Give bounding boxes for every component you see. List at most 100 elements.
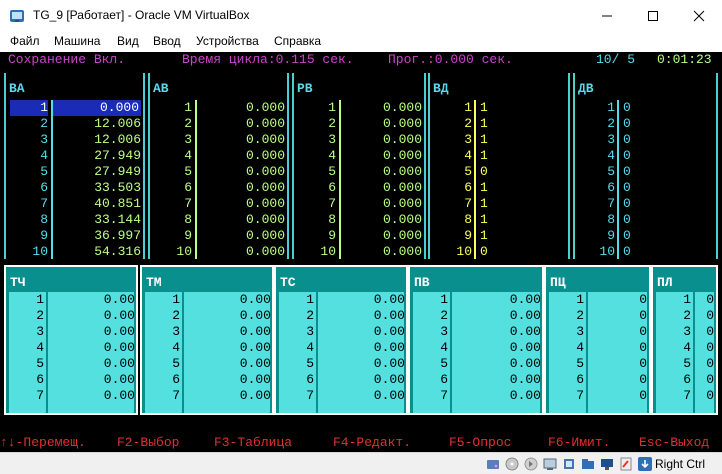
table-row[interactable]: 1 0.000 bbox=[298, 100, 424, 116]
table-row[interactable]: 2 0.000 bbox=[154, 116, 287, 132]
table-row[interactable]: 3 0.00 bbox=[145, 324, 271, 340]
table-row[interactable]: 4 0.000 bbox=[154, 148, 287, 164]
table-row[interactable]: 6 0.000 bbox=[298, 180, 424, 196]
table-row[interactable]: 50 bbox=[434, 164, 568, 180]
table-row[interactable]: 8 0.000 bbox=[154, 212, 287, 228]
network-icon[interactable] bbox=[542, 456, 558, 472]
table-row[interactable]: 5 27.949 bbox=[10, 164, 143, 180]
table-row[interactable]: 20 bbox=[579, 116, 716, 132]
table-row[interactable]: 4 27.949 bbox=[10, 148, 143, 164]
table-row[interactable]: 3 12.006 bbox=[10, 132, 143, 148]
table-row[interactable]: 6 0.00 bbox=[279, 372, 405, 388]
table-row[interactable]: 80 bbox=[579, 212, 716, 228]
table-row[interactable]: 70 bbox=[549, 388, 647, 404]
table-pv[interactable]: ПВ 1 0.00 2 0.00 3 0.00 4 0.00 5 0.00 6 0.00 7 0.00 bbox=[408, 265, 544, 415]
table-rv[interactable]: РВ 1 0.000 2 0.000 3 0.000 4 0.000 5 0.000 6 0.000 7… bbox=[292, 73, 426, 259]
table-row[interactable]: 50 bbox=[656, 356, 714, 372]
table-row[interactable]: 11 bbox=[434, 100, 568, 116]
table-row[interactable]: 91 bbox=[434, 228, 568, 244]
menu-view[interactable]: Вид bbox=[117, 34, 139, 48]
table-row[interactable]: 4 0.00 bbox=[413, 340, 541, 356]
table-row[interactable]: 6 0.000 bbox=[154, 180, 287, 196]
table-row[interactable]: 60 bbox=[579, 180, 716, 196]
table-row[interactable]: 9 36.997 bbox=[10, 228, 143, 244]
table-row[interactable]: 30 bbox=[656, 324, 714, 340]
table-row[interactable]: 7 0.00 bbox=[413, 388, 541, 404]
table-row[interactable]: 30 bbox=[579, 132, 716, 148]
display-icon[interactable] bbox=[599, 456, 615, 472]
table-row[interactable]: 3 0.00 bbox=[279, 324, 405, 340]
table-row[interactable]: 20 bbox=[549, 308, 647, 324]
table-row[interactable]: 71 bbox=[434, 196, 568, 212]
table-row[interactable]: 5 0.00 bbox=[413, 356, 541, 372]
table-row[interactable]: 4 0.00 bbox=[145, 340, 271, 356]
table-row[interactable]: 7 40.851 bbox=[10, 196, 143, 212]
table-dv[interactable]: ДВ 1 0 2 0 3 0 4 0 5 0 6 0 7 0 8 0 9 0 10 0 bbox=[573, 73, 718, 259]
table-pl[interactable]: ПЛ 10203040506070 bbox=[651, 265, 718, 415]
table-row[interactable]: 9 0.000 bbox=[154, 228, 287, 244]
shared-folders-icon[interactable] bbox=[580, 456, 596, 472]
table-row[interactable]: 20 bbox=[656, 308, 714, 324]
menu-help[interactable]: Справка bbox=[274, 34, 321, 48]
table-row[interactable]: 10 0.000 bbox=[298, 244, 424, 260]
table-row[interactable]: 40 bbox=[549, 340, 647, 356]
table-row[interactable]: 30 bbox=[549, 324, 647, 340]
table-row[interactable]: 3 0.000 bbox=[298, 132, 424, 148]
recording-icon[interactable] bbox=[618, 456, 634, 472]
table-row[interactable]: 2 0.000 bbox=[298, 116, 424, 132]
table-row[interactable]: 4 0.000 bbox=[298, 148, 424, 164]
table-row[interactable]: 2 0.00 bbox=[279, 308, 405, 324]
table-row[interactable]: 4 0.00 bbox=[9, 340, 135, 356]
table-row[interactable]: 5 0.00 bbox=[9, 356, 135, 372]
table-row[interactable]: 8 0.000 bbox=[298, 212, 424, 228]
table-row[interactable]: 7 0.00 bbox=[279, 388, 405, 404]
table-row[interactable]: 90 bbox=[579, 228, 716, 244]
usb-icon[interactable] bbox=[561, 456, 577, 472]
table-row[interactable]: 3 0.000 bbox=[154, 132, 287, 148]
table-row[interactable]: 6 0.00 bbox=[145, 372, 271, 388]
table-row[interactable]: 1 0.00 bbox=[413, 292, 541, 308]
table-row[interactable]: 10 bbox=[549, 292, 647, 308]
table-pc[interactable]: ПЦ 10203040506070 bbox=[544, 265, 651, 415]
table-row[interactable]: 81 bbox=[434, 212, 568, 228]
table-row[interactable]: 7 0.000 bbox=[298, 196, 424, 212]
menu-devices[interactable]: Устройства bbox=[196, 34, 259, 48]
table-row[interactable]: 70 bbox=[656, 388, 714, 404]
table-row[interactable]: 40 bbox=[579, 148, 716, 164]
table-vd[interactable]: ВД 1 1 2 1 3 1 4 1 5 0 6 1 7 1 8 1 9 1 10 0 bbox=[428, 73, 570, 259]
menu-machine[interactable]: Машина bbox=[54, 34, 100, 48]
table-row[interactable]: 6 0.00 bbox=[9, 372, 135, 388]
table-row[interactable]: 7 0.00 bbox=[9, 388, 135, 404]
table-row[interactable]: 9 0.000 bbox=[298, 228, 424, 244]
table-tm[interactable]: ТМ 1 0.00 2 0.00 3 0.00 4 0.00 5 0.00 6 0.00 7 0.00 bbox=[140, 265, 274, 415]
table-row[interactable]: 2 0.00 bbox=[9, 308, 135, 324]
table-row[interactable]: 2 0.00 bbox=[145, 308, 271, 324]
table-row[interactable]: 70 bbox=[579, 196, 716, 212]
table-av[interactable]: АВ 1 0.000 2 0.000 3 0.000 4 0.000 5 0.000 6 0.000 7… bbox=[148, 73, 289, 259]
table-row[interactable]: 1 0.000 bbox=[154, 100, 287, 116]
table-row[interactable]: 10 bbox=[579, 100, 716, 116]
table-row[interactable]: 61 bbox=[434, 180, 568, 196]
table-row[interactable]: 10 bbox=[656, 292, 714, 308]
table-row[interactable]: 50 bbox=[579, 164, 716, 180]
audio-icon[interactable] bbox=[523, 456, 539, 472]
table-row[interactable]: 1 0.00 bbox=[9, 292, 135, 308]
table-row[interactable]: 5 0.00 bbox=[279, 356, 405, 372]
table-row[interactable]: 7 0.00 bbox=[145, 388, 271, 404]
hard-disk-icon[interactable] bbox=[485, 456, 501, 472]
table-row[interactable]: 40 bbox=[656, 340, 714, 356]
table-row[interactable]: 1 0.00 bbox=[145, 292, 271, 308]
table-row[interactable]: 1 0.00 bbox=[279, 292, 405, 308]
table-row[interactable]: 3 0.00 bbox=[413, 324, 541, 340]
table-row[interactable]: 60 bbox=[656, 372, 714, 388]
table-row[interactable]: 2 12.006 bbox=[10, 116, 143, 132]
table-row[interactable]: 5 0.00 bbox=[145, 356, 271, 372]
table-row[interactable]: 5 0.000 bbox=[298, 164, 424, 180]
table-row[interactable]: 3 0.00 bbox=[9, 324, 135, 340]
table-row[interactable]: 50 bbox=[549, 356, 647, 372]
table-va[interactable]: ВА 1 0.000 2 12.006 3 12.006 4 27.949 5 27.949 6 33… bbox=[4, 73, 145, 259]
table-row[interactable]: 6 0.00 bbox=[413, 372, 541, 388]
table-row[interactable]: 10 0.000 bbox=[154, 244, 287, 260]
table-row[interactable]: 1 0.000 bbox=[10, 100, 143, 116]
close-button[interactable] bbox=[676, 0, 722, 31]
